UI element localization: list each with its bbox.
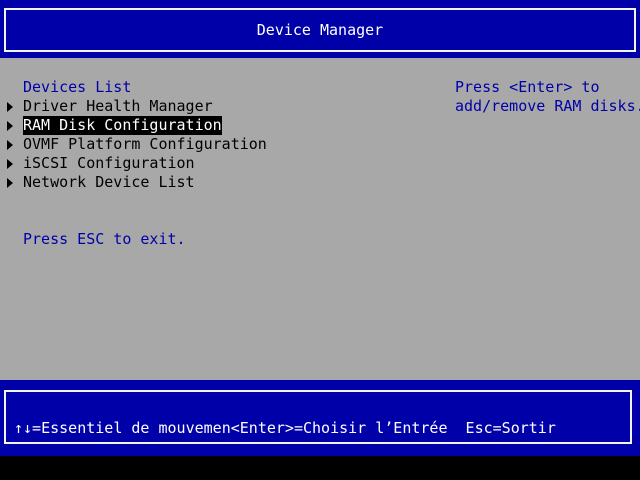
help-text-line-1: Press <Enter> to — [455, 78, 600, 96]
item-arrow-icon — [7, 121, 13, 131]
item-arrow-icon — [7, 159, 13, 169]
menu-item-driver-health-manager[interactable]: Driver Health Manager — [23, 97, 213, 116]
menu-item-network-device-list[interactable]: Network Device List — [23, 173, 195, 192]
menu-item-ovmf-platform-configuration[interactable]: OVMF Platform Configuration — [23, 135, 267, 154]
exit-hint: Press ESC to exit. — [23, 230, 186, 248]
main-panel: Devices List Driver Health Manager RAM D… — [0, 58, 640, 380]
page-title: Device Manager — [256, 21, 384, 39]
item-arrow-icon — [7, 178, 13, 188]
header-bar: Device Manager — [0, 0, 640, 58]
item-arrow-icon — [7, 140, 13, 150]
menu-item-ram-disk-configuration[interactable]: RAM Disk Configuration — [23, 116, 222, 135]
footer-bar: ↑↓=Essentiel de mouvemen<Enter>=Choisir … — [0, 380, 640, 456]
section-title: Devices List — [23, 78, 132, 96]
menu-item-iscsi-configuration[interactable]: iSCSI Configuration — [23, 154, 195, 173]
item-arrow-icon — [7, 102, 13, 112]
header-frame: Device Manager — [4, 8, 636, 52]
bottom-strip — [0, 456, 640, 480]
help-text-line-2: add/remove RAM disks. — [455, 97, 640, 115]
hotkey-legend: ↑↓=Essentiel de mouvemen<Enter>=Choisir … — [14, 419, 556, 437]
